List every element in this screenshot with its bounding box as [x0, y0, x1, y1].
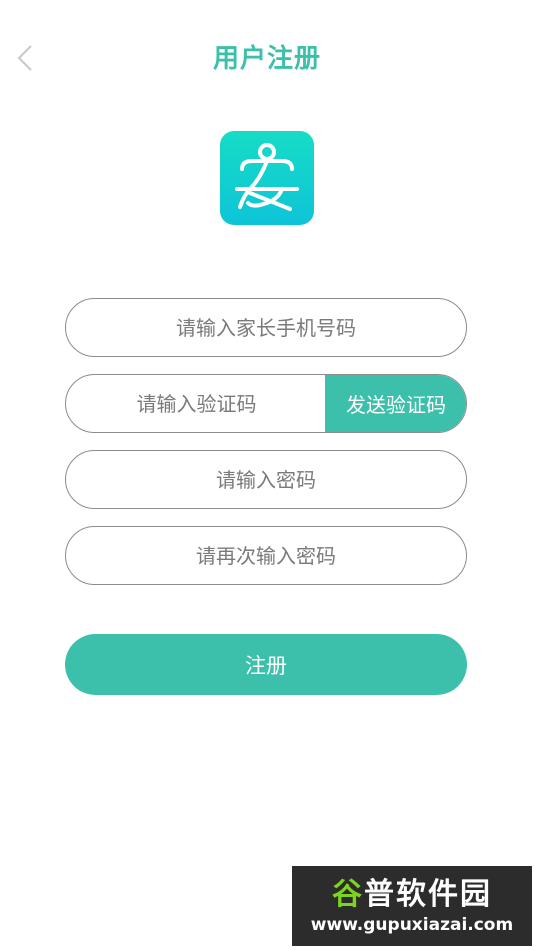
watermark-url: www.gupuxiazai.com: [310, 915, 514, 935]
phone-field-container: [65, 298, 467, 357]
header-bar: 用户注册: [0, 0, 534, 116]
watermark-title: 谷普软件园: [332, 876, 492, 914]
phone-input[interactable]: [66, 299, 466, 356]
watermark-title-rest: 普软件园: [364, 877, 492, 912]
confirm-password-field-container: [65, 526, 467, 585]
verification-code-input[interactable]: [66, 375, 327, 432]
register-button[interactable]: 注册: [65, 634, 467, 695]
an-character-logo-icon: [235, 143, 299, 211]
watermark: 谷普软件园 www.gupuxiazai.com: [292, 866, 532, 946]
password-input[interactable]: [66, 451, 466, 508]
password-field-container: [65, 450, 467, 509]
confirm-password-input[interactable]: [66, 527, 466, 584]
watermark-title-first: 谷: [332, 877, 364, 912]
page-title: 用户注册: [212, 44, 321, 74]
app-logo: [220, 131, 314, 225]
verification-code-field-container: 发送验证码: [65, 374, 467, 433]
send-code-button[interactable]: 发送验证码: [325, 375, 466, 432]
